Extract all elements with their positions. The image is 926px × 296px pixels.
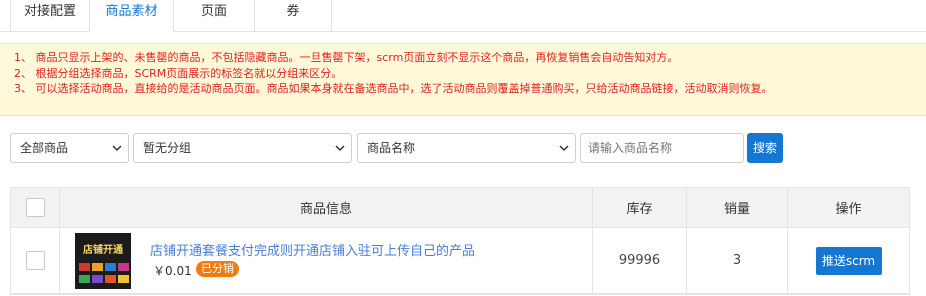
push-scrm-button[interactable]: 推送scrm (815, 246, 882, 275)
header-sales: 销量 (687, 188, 788, 227)
product-info-cell: 店铺开通 店铺开通套餐支付完成则开通店铺入驻可上传自己的产品 ￥0.01 已分销 (60, 228, 593, 293)
chevron-down-icon (112, 145, 122, 152)
product-type-select[interactable]: 全部商品 (10, 133, 129, 163)
header-product-info-label: 商品信息 (299, 202, 352, 217)
chevron-down-icon (335, 145, 345, 152)
notice-box: 1、 商品只显示上架的、未售罄的商品，不包括隐藏商品。一旦售罄下架，scrm页面… (0, 43, 926, 116)
product-name-link[interactable]: 店铺开通套餐支付完成则开通店铺入驻可上传自己的产品 (150, 240, 475, 259)
header-stock-label: 库存 (626, 202, 653, 217)
header-stock: 库存 (593, 188, 687, 227)
notice-line-3: 3、 可以选择活动商品，直接给的是活动商品页面。商品如果本身就在备选商品中，选了… (14, 82, 773, 95)
tab-integration-config[interactable]: 对接配置 (10, 0, 90, 32)
thumbnail-decoration (105, 275, 116, 283)
header-select-cell (11, 188, 60, 227)
thumbnail-decoration (79, 275, 90, 283)
row-checkbox[interactable] (25, 251, 45, 270)
row-select-cell (11, 228, 60, 293)
product-type-select-value: 全部商品 (20, 141, 69, 155)
product-thumbnail-text: 店铺开通 (83, 245, 123, 256)
product-name-search-input[interactable] (580, 133, 744, 163)
group-select-value: 暂无分组 (143, 141, 192, 155)
distribution-status-badge: 已分销 (196, 261, 239, 277)
thumbnail-decoration (105, 263, 116, 271)
thumbnail-decoration (92, 275, 103, 283)
group-select[interactable]: 暂无分组 (133, 133, 352, 163)
header-sales-label: 销量 (723, 202, 750, 217)
thumbnail-decoration (92, 263, 103, 271)
stock-cell: 99996 (593, 228, 687, 293)
sales-cell: 3 (687, 228, 788, 293)
tab-pages[interactable]: 页面 (173, 0, 255, 32)
header-product-info: 商品信息 (60, 188, 593, 227)
tab-product-materials[interactable]: 商品素材 (89, 0, 174, 32)
search-field-select[interactable]: 商品名称 (357, 133, 576, 163)
sales-value: 3 (732, 253, 742, 268)
table-header: 商品信息 库存 销量 操作 (11, 188, 909, 228)
table-row: 店铺开通 店铺开通套餐支付完成则开通店铺入驻可上传自己的产品 ￥0.01 已分销… (11, 228, 909, 294)
action-cell: 推送scrm (788, 228, 909, 293)
search-field-select-value: 商品名称 (367, 141, 416, 155)
header-action: 操作 (788, 188, 909, 227)
select-all-checkbox[interactable] (25, 198, 45, 217)
tab-bar: 对接配置 商品素材 页面 券 (0, 0, 926, 32)
notice-line-2: 2、 根据分组选择商品，SCRM页面展示的标签名就以分组来区分。 (14, 66, 343, 80)
stock-value: 99996 (618, 253, 661, 268)
product-price: ￥0.01 (153, 264, 192, 278)
thumbnail-decoration (118, 263, 129, 271)
product-table: 商品信息 库存 销量 操作 店铺开通 店铺开通套餐支付完成则开通店铺入驻可上传自… (10, 187, 910, 295)
thumbnail-decoration (79, 263, 90, 271)
notice-line-1: 1、 商品只显示上架的、未售罄的商品，不包括隐藏商品。一旦售罄下架，scrm页面… (14, 51, 679, 64)
search-button[interactable]: 搜索 (747, 133, 783, 163)
product-thumbnail[interactable]: 店铺开通 (75, 233, 131, 289)
filter-bar: 全部商品 暂无分组 商品名称 搜索 (0, 133, 926, 163)
thumbnail-decoration (118, 275, 129, 283)
tab-coupons[interactable]: 券 (254, 0, 332, 32)
chevron-down-icon (559, 145, 569, 152)
header-action-label: 操作 (835, 202, 862, 217)
